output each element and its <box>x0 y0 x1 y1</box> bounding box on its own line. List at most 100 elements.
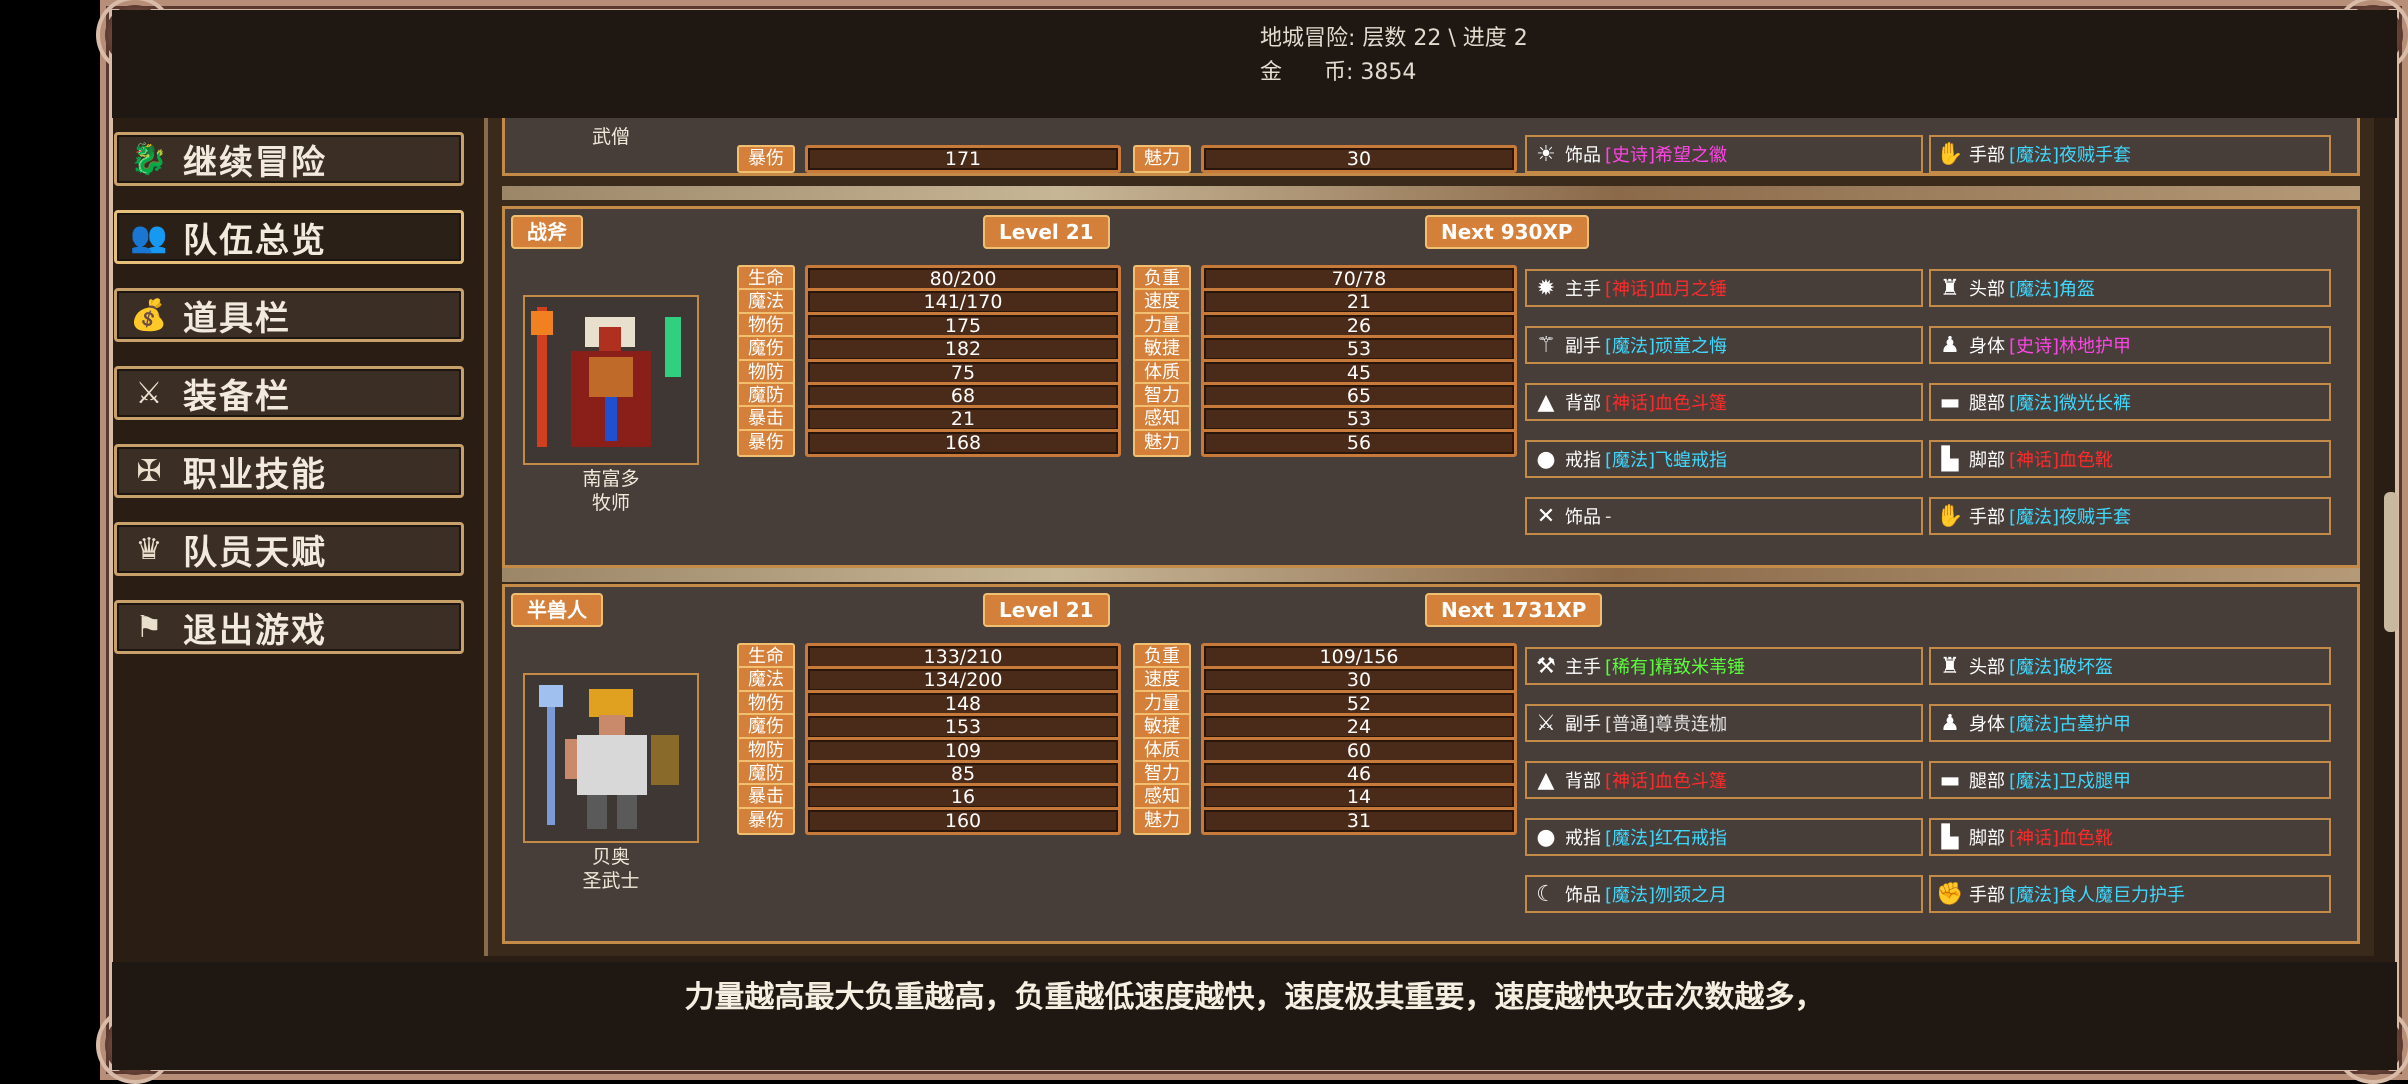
equip-slot-name: 副手 <box>1565 336 1601 357</box>
pants-icon: ▬ <box>1939 389 1961 415</box>
equip-slot[interactable]: ⚔ 副手 [普通] 尊贵连枷 <box>1525 704 1923 742</box>
equip-slot[interactable]: ✊ 手部 [魔法] 食人魔巨力护手 <box>1929 875 2331 913</box>
ring-icon: ● <box>1536 824 1556 850</box>
glove-icon: ✋ <box>1936 141 1964 167</box>
equip-item-name: 夜贼手套 <box>2059 507 2132 528</box>
equip-rarity: [魔法] <box>1605 885 1656 906</box>
equip-item-name: 微光长裤 <box>2059 393 2132 414</box>
equip-rarity: [神话] <box>2009 450 2060 471</box>
cloak-icon: ▲ <box>1537 389 1555 415</box>
equip-slot[interactable]: ⚒ 主手 [稀有] 精致米苇锤 <box>1525 647 1923 685</box>
inventory-button[interactable]: 💰 道具栏 <box>114 288 464 342</box>
wings-sword-icon: ✠ <box>136 453 162 489</box>
equip-slot-name: 脚部 <box>1969 450 2005 471</box>
equip-slot-name: 脚部 <box>1969 828 2005 849</box>
dragon-icon: 🐉 <box>130 141 168 177</box>
equip-slot-accessory[interactable]: ☀ 饰品 [史诗] 希望之徽 <box>1525 135 1923 173</box>
equip-rarity: [魔法] <box>2009 657 2060 678</box>
equip-slot[interactable]: ▲ 背部 [神话] 血色斗篷 <box>1525 383 1923 421</box>
equip-slot[interactable]: ✕ 饰品 - <box>1525 497 1923 535</box>
dungeon-progress: 地城冒险: 层数 22 \ 进度 2 <box>1260 26 1528 51</box>
scrollbar-thumb[interactable] <box>2384 492 2398 632</box>
equipment-button[interactable]: ⚔ 装备栏 <box>114 366 464 420</box>
stat-label: 暴伤 <box>737 145 795 173</box>
equip-slot[interactable]: ♜ 头部 [魔法] 破坏盔 <box>1929 647 2331 685</box>
equip-slot-hands[interactable]: ✋ 手部 [魔法] 夜贼手套 <box>1929 135 2331 173</box>
equip-slot-name: 手部 <box>1969 885 2005 906</box>
equip-item-name: 血色靴 <box>2059 450 2114 471</box>
horned-helmet-icon: ♜ <box>1940 275 1960 301</box>
character-name: 南富多 <box>582 468 640 490</box>
equip-slot-name: 手部 <box>1969 145 2005 166</box>
member-talents-button[interactable]: ♛ 队员天赋 <box>114 522 464 576</box>
character-class: 武僧 <box>591 126 630 148</box>
equip-slot[interactable]: ♜ 头部 [魔法] 角盔 <box>1929 269 2331 307</box>
character-name: 贝奥 <box>591 846 630 868</box>
equip-rarity: [魔法] <box>2009 393 2060 414</box>
party-overview-button[interactable]: 👥 队伍总览 <box>114 210 464 264</box>
top-info: 地城冒险: 层数 22 \ 进度 2 金 币: 3854 <box>1260 22 1528 90</box>
equip-slot-name: 头部 <box>1969 657 2005 678</box>
equip-item-name: 血月之锤 <box>1655 279 1728 300</box>
equip-rarity: [魔法] <box>2009 714 2060 735</box>
equip-slot[interactable]: ● 戒指 [魔法] 红石戒指 <box>1525 818 1923 856</box>
equip-slot-name: 腿部 <box>1969 771 2005 792</box>
equip-slot-name: 戒指 <box>1565 828 1601 849</box>
equip-slot-name: 身体 <box>1969 714 2005 735</box>
stat-label: 暴伤 <box>737 429 795 457</box>
equip-slot[interactable]: ✹ 主手 [神话] 血月之锤 <box>1525 269 1923 307</box>
equip-slot[interactable]: ♟ 身体 [魔法] 古墓护甲 <box>1929 704 2331 742</box>
equip-rarity: [魔法] <box>2009 145 2060 166</box>
stat-value: 30 <box>1201 145 1517 173</box>
stat-value: 31 <box>1201 807 1517 835</box>
ring-icon: ● <box>1536 446 1556 472</box>
continue-adventure-button[interactable]: 🐉 继续冒险 <box>114 132 464 186</box>
character-card-partial: 武僧 暴伤 171 魅力 30 ☀ 饰品 [史诗] 希望之徽 ✋ 手部 [魔法]… <box>502 118 2360 176</box>
equip-slot[interactable]: ● 戒指 [魔法] 飞蝗戒指 <box>1525 440 1923 478</box>
equip-slot-name: 饰品 <box>1565 507 1601 528</box>
armor-icon: ♟ <box>1940 710 1960 736</box>
equip-rarity: [神话] <box>1605 771 1656 792</box>
equip-rarity: [普通] <box>1605 714 1656 735</box>
menu-label: 队员天赋 <box>183 532 327 573</box>
equip-slot[interactable]: ☾ 饰品 [魔法] 刎颈之月 <box>1525 875 1923 913</box>
equip-slot[interactable]: ▙ 脚部 [神话] 血色靴 <box>1929 818 2331 856</box>
class-skills-button[interactable]: ✠ 职业技能 <box>114 444 464 498</box>
panel-separator <box>502 568 2360 582</box>
equip-slot-name: 手部 <box>1969 507 2005 528</box>
party-list[interactable]: 武僧 暴伤 171 魅力 30 ☀ 饰品 [史诗] 希望之徽 ✋ 手部 [魔法]… <box>484 118 2374 956</box>
equip-item-name: - <box>1605 505 1612 527</box>
equip-slot[interactable]: ▙ 脚部 [神话] 血色靴 <box>1929 440 2331 478</box>
equip-slot[interactable]: ▬ 腿部 [魔法] 微光长裤 <box>1929 383 2331 421</box>
wand-icon: ⚚ <box>1536 332 1556 358</box>
laurel-icon: ♛ <box>135 531 163 567</box>
equip-rarity: [魔法] <box>2009 771 2060 792</box>
equip-rarity: [魔法] <box>1605 450 1656 471</box>
equip-rarity: [魔法] <box>1605 828 1656 849</box>
equip-item-name: 精致米苇锤 <box>1655 657 1746 678</box>
level-tag: Level 21 <box>983 593 1110 627</box>
bag-icon: 💰 <box>130 297 168 333</box>
equip-slot[interactable]: ♟ 身体 [史诗] 林地护甲 <box>1929 326 2331 364</box>
equip-item-name: 飞蝗戒指 <box>1655 450 1728 471</box>
equip-item-name: 食人魔巨力护手 <box>2059 885 2186 906</box>
panel-separator <box>502 186 2360 200</box>
character-portrait <box>523 295 699 465</box>
glove-icon: ✋ <box>1936 503 1964 529</box>
party-icon: 👥 <box>130 219 168 255</box>
stat-label: 魅力 <box>1133 145 1191 173</box>
priest-sprite <box>531 307 681 447</box>
exit-game-button[interactable]: ⚑ 退出游戏 <box>114 600 464 654</box>
equip-item-name: 红石戒指 <box>1655 828 1728 849</box>
equip-rarity: [魔法] <box>2009 885 2060 906</box>
equip-rarity: [史诗] <box>1605 145 1656 166</box>
equip-slot-name: 饰品 <box>1565 885 1601 906</box>
character-card: 战斧 Level 21 Next 930XP 南富多 牧师 生命 80/200 魔法… <box>502 206 2360 568</box>
crossed-tools-icon: ✕ <box>1536 503 1556 529</box>
equip-slot-name: 头部 <box>1969 279 2005 300</box>
equip-slot[interactable]: ▬ 腿部 [魔法] 卫戍腿甲 <box>1929 761 2331 799</box>
equip-slot[interactable]: ⚚ 副手 [魔法] 顽童之悔 <box>1525 326 1923 364</box>
equip-item-name: 古墓护甲 <box>2059 714 2132 735</box>
equip-slot[interactable]: ✋ 手部 [魔法] 夜贼手套 <box>1929 497 2331 535</box>
equip-slot[interactable]: ▲ 背部 [神话] 血色斗篷 <box>1525 761 1923 799</box>
